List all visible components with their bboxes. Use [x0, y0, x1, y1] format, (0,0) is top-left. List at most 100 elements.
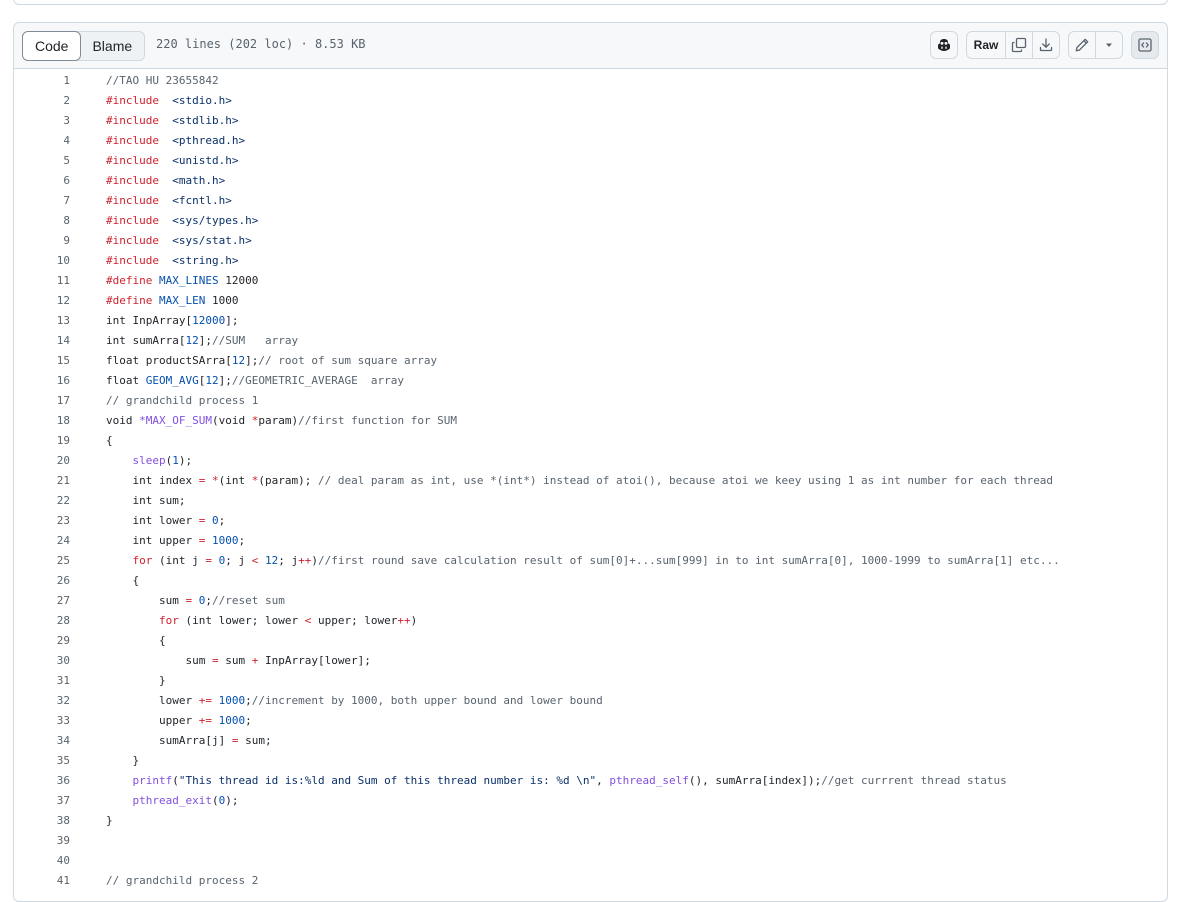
- line-number[interactable]: 40: [14, 851, 70, 871]
- code-token: ];: [245, 354, 259, 367]
- line-number[interactable]: 10: [14, 251, 70, 271]
- line-number[interactable]: 17: [14, 391, 70, 411]
- code-token: int sumArra[: [106, 334, 186, 347]
- code-token: <stdio.h>: [172, 94, 232, 107]
- more-edit-options-button[interactable]: [1095, 31, 1123, 59]
- code-token: ];: [218, 374, 232, 387]
- line-number[interactable]: 7: [14, 191, 70, 211]
- line-content: }: [70, 811, 113, 831]
- code-tab[interactable]: Code: [22, 31, 82, 61]
- line-number[interactable]: 38: [14, 811, 70, 831]
- copy-button[interactable]: [1005, 31, 1033, 59]
- code-token: for: [132, 554, 153, 567]
- code-token: <pthread.h>: [172, 134, 246, 147]
- download-button[interactable]: [1032, 31, 1060, 59]
- line-number[interactable]: 22: [14, 491, 70, 511]
- line-number[interactable]: 11: [14, 271, 70, 291]
- line-number[interactable]: 18: [14, 411, 70, 431]
- code-line: 16 float GEOM_AVG[12];//GEOMETRIC_AVERAGE…: [14, 371, 1167, 391]
- code-token: <fcntl.h>: [172, 194, 232, 207]
- line-number[interactable]: 25: [14, 551, 70, 571]
- line-content: }: [70, 751, 139, 771]
- code-token: (int j: [152, 554, 206, 567]
- copy-icon: [1011, 37, 1027, 53]
- file-header: Code Blame 220 lines (202 loc) · 8.53 KB…: [14, 23, 1167, 69]
- code-line: 25 for (int j = 0; j < 12; j++)//first r…: [14, 551, 1167, 571]
- code-token: <stdlib.h>: [172, 114, 239, 127]
- code-token: //GEOMETRIC_AVERAGE array: [231, 374, 405, 387]
- line-number[interactable]: 28: [14, 611, 70, 631]
- code-line: 13 int InpArray[12000];: [14, 311, 1167, 331]
- line-number[interactable]: 19: [14, 431, 70, 451]
- line-number[interactable]: 9: [14, 231, 70, 251]
- line-number[interactable]: 30: [14, 651, 70, 671]
- line-number[interactable]: 14: [14, 331, 70, 351]
- line-number[interactable]: 4: [14, 131, 70, 151]
- line-number[interactable]: 21: [14, 471, 70, 491]
- line-number[interactable]: 31: [14, 671, 70, 691]
- symbols-panel-button[interactable]: [1131, 31, 1159, 59]
- code-token: ; j: [278, 554, 299, 567]
- line-number[interactable]: 16: [14, 371, 70, 391]
- line-number[interactable]: 39: [14, 831, 70, 851]
- code-token: sumArra[j]: [106, 734, 232, 747]
- line-number[interactable]: 29: [14, 631, 70, 651]
- code-token: <unistd.h>: [172, 154, 239, 167]
- line-number[interactable]: 15: [14, 351, 70, 371]
- code-line: 8 #include <sys/types.h>: [14, 211, 1167, 231]
- edit-button[interactable]: [1068, 31, 1096, 59]
- line-content: #define MAX_LINES 12000: [70, 271, 258, 291]
- line-number[interactable]: 5: [14, 151, 70, 171]
- line-content: {: [70, 571, 139, 591]
- line-number[interactable]: 1: [14, 71, 70, 91]
- line-content: #include <sys/stat.h>: [70, 231, 252, 251]
- line-number[interactable]: 41: [14, 871, 70, 891]
- line-content: lower += 1000;//increment by 1000, both …: [70, 691, 603, 711]
- line-number[interactable]: 23: [14, 511, 70, 531]
- line-number[interactable]: 13: [14, 311, 70, 331]
- code-line: 15 float productSArra[12];// root of sum …: [14, 351, 1167, 371]
- code-token: {: [106, 634, 166, 647]
- code-token: ++: [298, 554, 312, 567]
- code-token: #include: [106, 194, 159, 207]
- line-number[interactable]: 8: [14, 211, 70, 231]
- line-number[interactable]: 24: [14, 531, 70, 551]
- code-token: 1000: [211, 534, 239, 547]
- triangle-down-icon: [1103, 39, 1115, 51]
- code-token: }: [106, 814, 113, 827]
- line-content: for (int lower; lower < upper; lower++): [70, 611, 417, 631]
- code-line: 1 //TAO HU 23655842: [14, 71, 1167, 91]
- code-token: #include: [106, 254, 159, 267]
- line-content: #include <sys/types.h>: [70, 211, 258, 231]
- blame-tab[interactable]: Blame: [80, 32, 144, 60]
- code-token: =: [211, 654, 219, 667]
- raw-button[interactable]: Raw: [966, 31, 1006, 59]
- line-number[interactable]: 27: [14, 591, 70, 611]
- line-number[interactable]: 37: [14, 791, 70, 811]
- code-token: pthread_self: [609, 774, 689, 787]
- code-line: 20 sleep(1);: [14, 451, 1167, 471]
- line-number[interactable]: 12: [14, 291, 70, 311]
- line-content: #define MAX_LEN 1000: [70, 291, 238, 311]
- copilot-button[interactable]: [930, 31, 958, 59]
- code-line: 29 {: [14, 631, 1167, 651]
- line-number[interactable]: 2: [14, 91, 70, 111]
- code-line: 7 #include <fcntl.h>: [14, 191, 1167, 211]
- line-number[interactable]: 3: [14, 111, 70, 131]
- line-number[interactable]: 34: [14, 731, 70, 751]
- line-content: #include <fcntl.h>: [70, 191, 232, 211]
- code-line: 5 #include <unistd.h>: [14, 151, 1167, 171]
- line-number[interactable]: 33: [14, 711, 70, 731]
- code-line: 37 pthread_exit(0);: [14, 791, 1167, 811]
- line-number[interactable]: 6: [14, 171, 70, 191]
- line-number[interactable]: 20: [14, 451, 70, 471]
- line-number[interactable]: 35: [14, 751, 70, 771]
- line-number[interactable]: 32: [14, 691, 70, 711]
- code-line: 14 int sumArra[12];//SUM array: [14, 331, 1167, 351]
- code-token: }: [106, 674, 166, 687]
- line-number[interactable]: 36: [14, 771, 70, 791]
- line-number[interactable]: 26: [14, 571, 70, 591]
